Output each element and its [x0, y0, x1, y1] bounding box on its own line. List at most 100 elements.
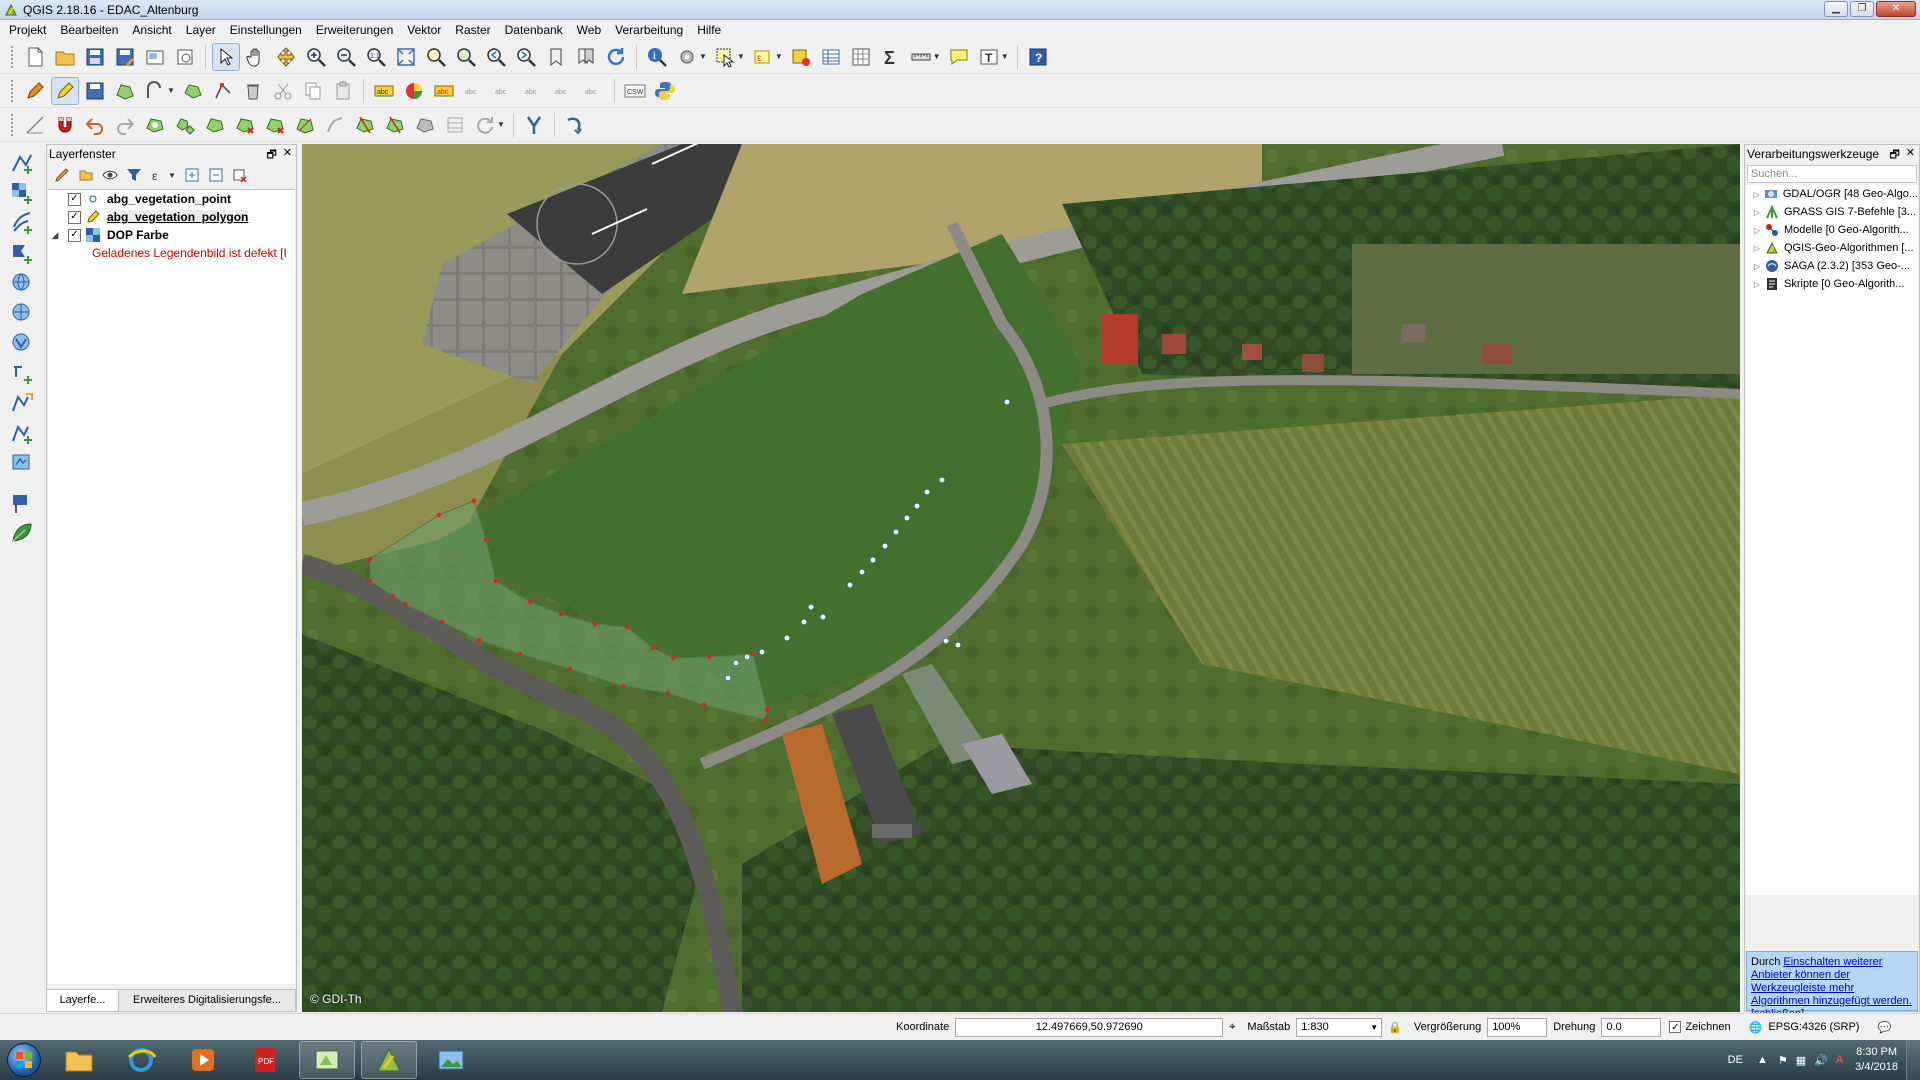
filter-by-expression-button[interactable]: ε [147, 165, 169, 185]
zoom-to-layer-button[interactable] [452, 43, 480, 71]
expand-all-button[interactable] [181, 165, 203, 185]
composer-manager-button[interactable] [171, 43, 199, 71]
menu-erweiterungen[interactable]: Erweiterungen [309, 20, 400, 40]
split-parts-button[interactable] [381, 111, 409, 139]
add-virtual-layer-button[interactable] [6, 449, 38, 477]
vegetation-point[interactable] [724, 674, 732, 682]
add-wcs-layer-button[interactable] [6, 299, 38, 327]
vegetation-point[interactable] [846, 581, 854, 589]
collapse-all-button[interactable] [205, 165, 227, 185]
zoom-next-button[interactable] [512, 43, 540, 71]
tab-layers[interactable]: Layerfe... [47, 990, 119, 1011]
new-bookmark-button[interactable] [542, 43, 570, 71]
minimize-button[interactable]: ▁ [1824, 1, 1848, 17]
delete-ring-button[interactable] [231, 111, 259, 139]
menu-datenbank[interactable]: Datenbank [498, 20, 570, 40]
toolbox-item-models[interactable]: ▷ Modelle [0 Geo-Algorith... [1746, 221, 1918, 239]
measure-button[interactable] [907, 43, 935, 71]
delete-part-button[interactable] [261, 111, 289, 139]
vegetation-point[interactable] [903, 514, 911, 522]
delete-selected-button[interactable] [239, 77, 267, 105]
enable-snapping-button[interactable] [51, 111, 79, 139]
python-console-button[interactable] [651, 77, 679, 105]
map-canvas[interactable]: © GDI-Th [302, 144, 1740, 1012]
refresh-button[interactable] [602, 43, 630, 71]
taskbar-explorer[interactable] [51, 1041, 107, 1079]
expand-arrow-icon[interactable]: ▷ [1750, 226, 1764, 235]
action-center-flag-icon[interactable]: ⚑ [1778, 1054, 1788, 1067]
add-part-button[interactable] [171, 111, 199, 139]
messages-icon[interactable]: 💬 [1877, 1021, 1891, 1034]
menu-raster[interactable]: Raster [448, 20, 497, 40]
layer-row-point[interactable]: ✓ abg_vegetation_point [48, 190, 295, 208]
taskbar-image-viewer[interactable] [423, 1041, 479, 1079]
float-panel-icon[interactable]: 🗗 [1889, 146, 1899, 165]
show-hide-labels-button[interactable]: abc [490, 77, 518, 105]
move-feature-button[interactable] [179, 77, 207, 105]
toolbox-item-saga[interactable]: ▷ SAGA (2.3.2) [353 Geo-... [1746, 257, 1918, 275]
add-vector-layer-button[interactable] [6, 149, 38, 177]
chevron-down-icon[interactable]: ▼ [1001, 52, 1009, 61]
remove-layer-button[interactable] [229, 165, 251, 185]
chevron-down-icon[interactable]: ▼ [737, 52, 745, 61]
start-button[interactable] [0, 1040, 48, 1080]
magnifier-spinbox[interactable]: 100% [1487, 1017, 1548, 1037]
zoom-to-selection-button[interactable] [422, 43, 450, 71]
cut-features-button[interactable] [269, 77, 297, 105]
pin-labels-button[interactable]: abc [460, 77, 488, 105]
add-delimited-text-button[interactable] [6, 359, 38, 387]
chevron-down-icon[interactable]: ▼ [168, 171, 176, 180]
vegetation-point[interactable] [881, 542, 889, 550]
show-bookmarks-button[interactable] [572, 43, 600, 71]
toolbar-grip[interactable] [10, 78, 14, 103]
lock-scale-icon[interactable]: 🔒 [1388, 1021, 1402, 1034]
clock[interactable]: 8:30 PM 3/4/2018 [1855, 1045, 1898, 1075]
close-panel-icon[interactable]: ✕ [1906, 146, 1915, 165]
add-raster-layer-button[interactable] [6, 179, 38, 207]
new-project-button[interactable] [21, 43, 49, 71]
current-edits-button[interactable] [21, 77, 49, 105]
vertex-tool-button[interactable] [520, 111, 548, 139]
menu-projekt[interactable]: Projekt [2, 20, 53, 40]
toggle-editing-button[interactable] [51, 76, 79, 105]
layer-visibility-checkbox[interactable]: ✓ [68, 192, 81, 206]
vegetation-point[interactable] [800, 618, 808, 626]
zoom-in-button[interactable] [302, 43, 330, 71]
rotate-point-symbols-button[interactable] [471, 111, 499, 139]
menu-bearbeiten[interactable]: Bearbeiten [53, 20, 125, 40]
crs-globe-icon[interactable]: 🌐 [1749, 1021, 1763, 1034]
taskbar-internet-explorer[interactable] [113, 1041, 169, 1079]
add-feature-button[interactable] [111, 77, 139, 105]
attribute-table-button[interactable] [817, 43, 845, 71]
expand-arrow-icon[interactable]: ▷ [1750, 208, 1764, 217]
menu-ansicht[interactable]: Ansicht [125, 20, 178, 40]
diagram-options-button[interactable] [400, 77, 428, 105]
zoom-last-button[interactable] [482, 43, 510, 71]
layer-labeling-button[interactable]: abc [370, 77, 398, 105]
split-features-button[interactable] [351, 111, 379, 139]
rotation-spinbox[interactable]: 0.0 [1601, 1017, 1662, 1037]
tray-expand-icon[interactable]: ▲ [1757, 1054, 1768, 1066]
expand-arrow-icon[interactable]: ◢ [48, 230, 62, 241]
add-wfs-layer-button[interactable] [6, 329, 38, 357]
tab-advanced-digitizing[interactable]: Erweiteres Digitalisierungsfe... [119, 990, 296, 1011]
chevron-down-icon[interactable]: ▼ [167, 86, 175, 95]
statistics-button[interactable]: Σ [877, 43, 905, 71]
toolbar-grip[interactable] [10, 112, 14, 137]
vegetation-point[interactable] [743, 653, 751, 661]
vegetation-point[interactable] [892, 528, 900, 536]
zoom-out-button[interactable] [332, 43, 360, 71]
expand-arrow-icon[interactable]: ▷ [1750, 280, 1764, 289]
zoom-full-button[interactable] [392, 43, 420, 71]
vegetation-point[interactable] [1003, 398, 1011, 406]
toolbar-grip[interactable] [10, 44, 14, 69]
float-panel-icon[interactable]: 🗗 [266, 146, 276, 165]
rotate-label-button[interactable]: abc [550, 77, 578, 105]
vegetation-point[interactable] [913, 502, 921, 510]
expand-arrow-icon[interactable]: ▷ [1750, 244, 1764, 253]
coordinate-field[interactable]: 12.497669,50.972690 [955, 1017, 1224, 1037]
copy-features-button[interactable] [299, 77, 327, 105]
vegetation-point[interactable] [783, 634, 791, 642]
undo-button[interactable] [81, 111, 109, 139]
close-window-button[interactable]: ✕ [1876, 1, 1916, 17]
